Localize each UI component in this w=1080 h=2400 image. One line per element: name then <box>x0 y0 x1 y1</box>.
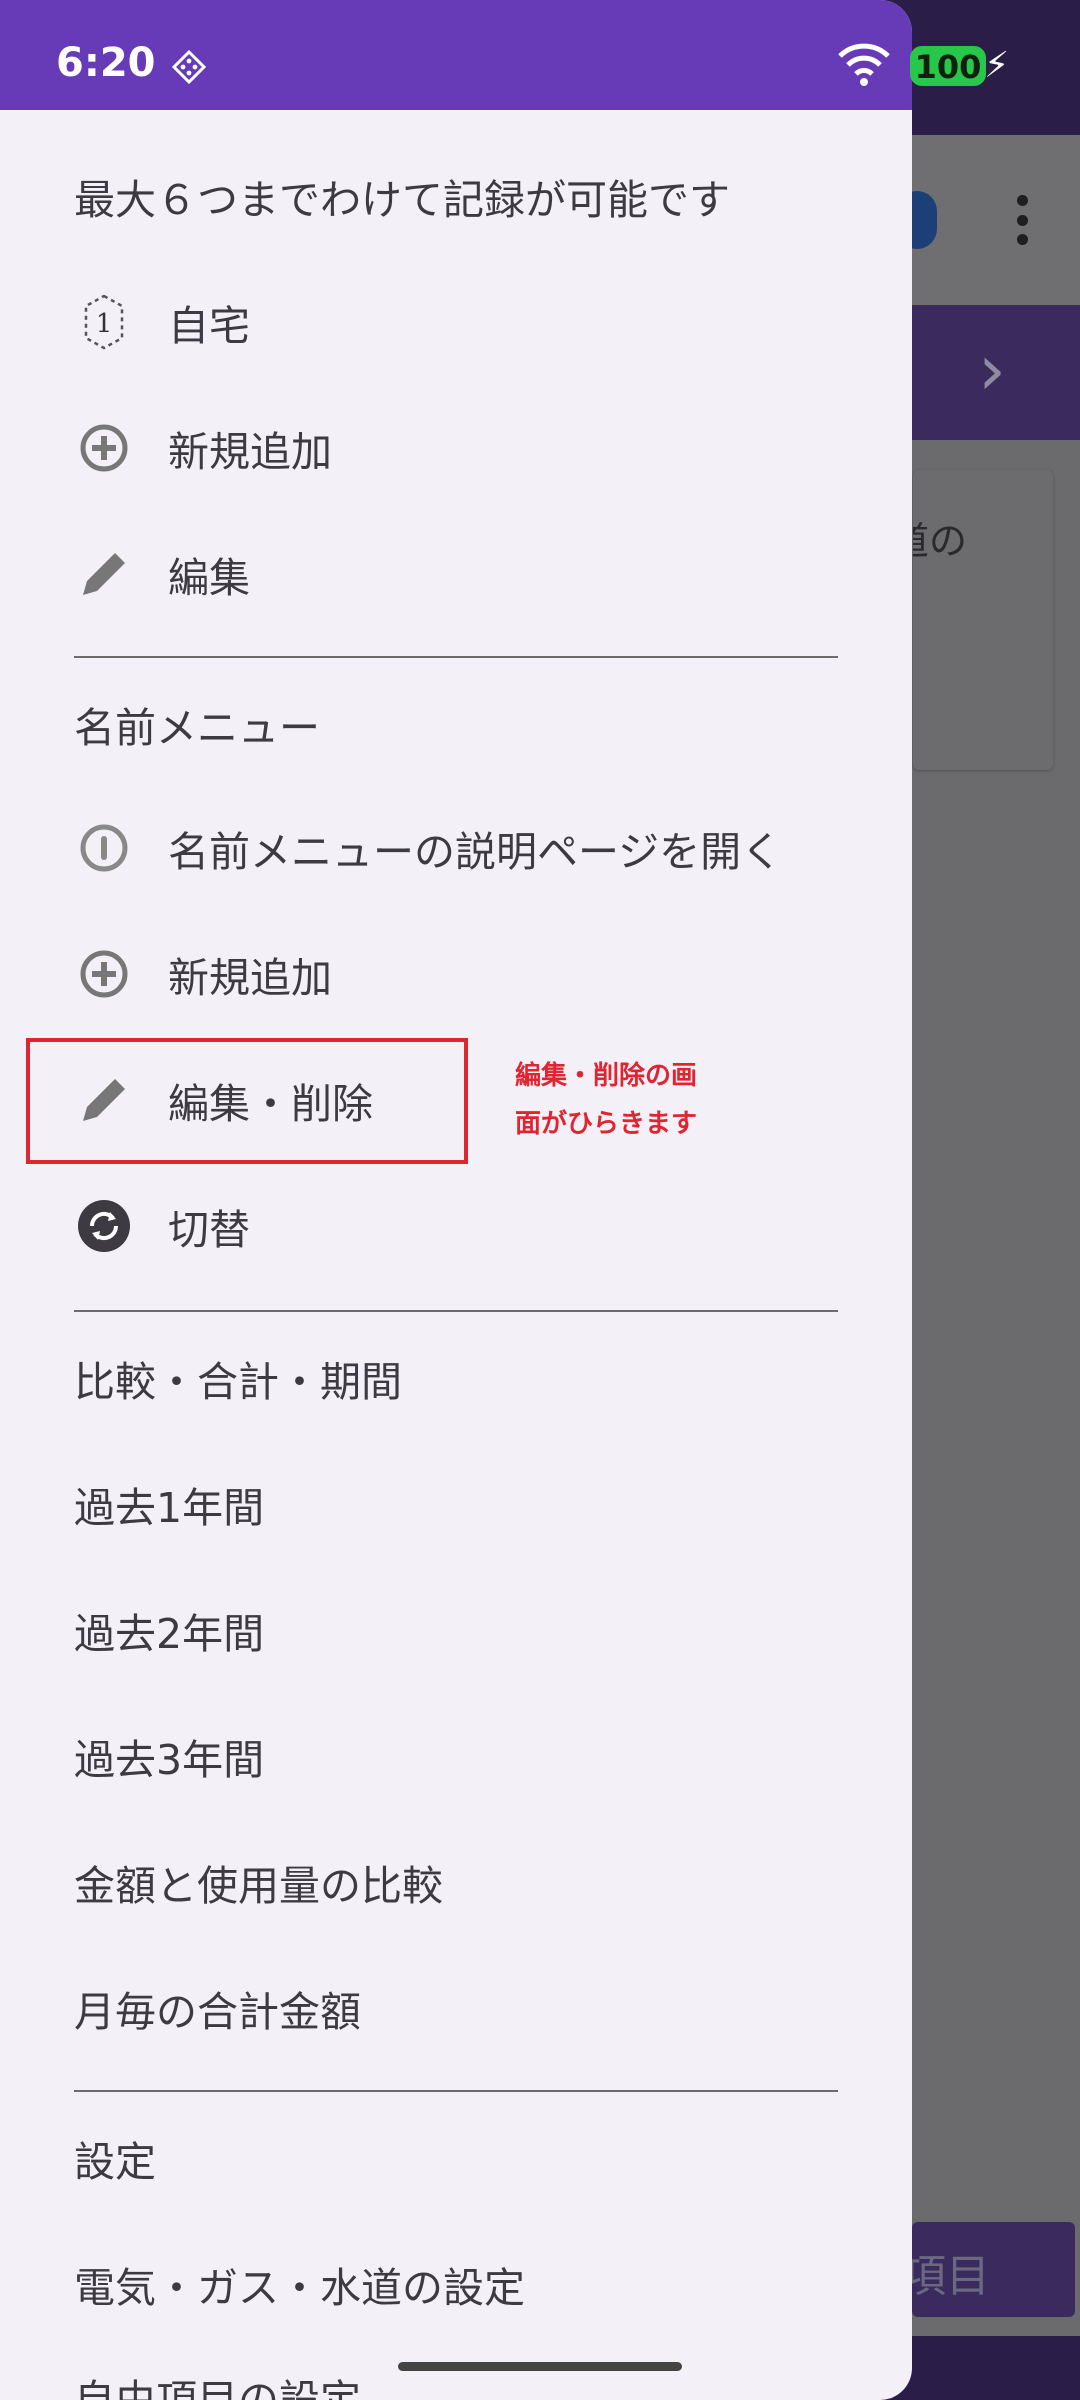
menu-item-utility-settings[interactable]: 電気・ガス・水道の設定 <box>74 2224 525 2344</box>
more-vert-icon <box>1010 195 1035 245</box>
background-button: 項目 <box>912 2222 1075 2317</box>
menu-item-add-place[interactable]: 新規追加 <box>74 388 332 508</box>
number-one-icon: 1 <box>74 292 134 352</box>
menu-item-past-2-years-label: 過去2年間 <box>74 1610 265 1658</box>
background-button-text: 項目 <box>912 2251 990 2302</box>
divider <box>74 1310 838 1312</box>
status-time: 6:20 <box>56 40 156 86</box>
menu-item-add-place-label: 新規追加 <box>168 428 332 476</box>
status-bar: 6:20 <box>0 0 912 110</box>
name-menu-header-text: 名前メニュー <box>74 704 320 752</box>
menu-item-name-help-label: 名前メニューの説明ページを開く <box>168 828 783 876</box>
chevron-right-icon: › <box>978 329 1006 411</box>
pencil-icon <box>74 544 134 604</box>
annotation-line-2: 面がひらきます <box>515 1109 698 1139</box>
menu-item-add-name[interactable]: 新規追加 <box>74 914 332 1034</box>
menu-item-edit-place[interactable]: 編集 <box>74 514 250 634</box>
menu-item-edit-place-label: 編集 <box>168 554 250 602</box>
menu-item-custom-settings[interactable]: 自由項目の設定 <box>74 2336 361 2400</box>
settings-header: 設定 <box>74 2098 156 2218</box>
menu-item-past-1-year[interactable]: 過去1年間 <box>74 1444 264 1564</box>
sync-icon <box>74 1196 134 1256</box>
highlight-box <box>26 1038 468 1164</box>
divider <box>74 656 838 658</box>
background-card: 水道の <box>913 470 1053 770</box>
menu-item-add-name-label: 新規追加 <box>168 954 332 1002</box>
menu-item-past-3-years-label: 過去3年間 <box>74 1736 265 1784</box>
home-indicator[interactable] <box>398 2362 682 2371</box>
menu-item-switch-name-label: 切替 <box>168 1206 250 1254</box>
menu-item-custom-settings-label: 自由項目の設定 <box>74 2376 361 2400</box>
battery-level: 100 <box>914 48 982 86</box>
info-icon <box>74 818 134 878</box>
notification-diamond-icon <box>172 50 206 84</box>
compare-header-text: 比較・合計・期間 <box>74 1358 402 1406</box>
menu-item-utility-settings-label: 電気・ガス・水道の設定 <box>74 2264 525 2312</box>
menu-item-past-3-years[interactable]: 過去3年間 <box>74 1696 264 1816</box>
menu-item-monthly-total-label: 月毎の合計金額 <box>74 1988 361 2036</box>
settings-header-text: 設定 <box>74 2138 156 2186</box>
multi-record-header: 最大６つまでわけて記録が可能です <box>74 136 730 256</box>
svg-text:1: 1 <box>96 309 113 339</box>
wifi-icon <box>838 43 890 86</box>
multi-record-header-text: 最大６つまでわけて記録が可能です <box>74 176 730 224</box>
annotation-line-1: 編集・削除の画 <box>515 1061 698 1091</box>
name-menu-header: 名前メニュー <box>74 664 320 784</box>
add-circle-icon <box>74 418 134 478</box>
annotation-text: 編集・削除の画 面がひらきます <box>515 1052 745 1148</box>
menu-item-monthly-total[interactable]: 月毎の合計金額 <box>74 1948 361 2068</box>
menu-item-name-help[interactable]: 名前メニューの説明ページを開く <box>74 788 782 908</box>
menu-item-switch-name[interactable]: 切替 <box>74 1166 250 1286</box>
battery-indicator: 100 <box>910 46 986 86</box>
divider <box>74 2090 838 2092</box>
menu-item-past-2-years[interactable]: 過去2年間 <box>74 1570 264 1690</box>
menu-item-home-label: 自宅 <box>168 302 250 350</box>
menu-item-past-1-year-label: 過去1年間 <box>74 1484 265 1532</box>
menu-item-amount-usage-compare-label: 金額と使用量の比較 <box>74 1862 443 1910</box>
navigation-drawer: 6:20 最大６つまでわけて記録が可能です 1 自宅 新規追加 編集 名前メニュ… <box>0 0 912 2400</box>
menu-item-home[interactable]: 1 自宅 <box>74 262 250 382</box>
charging-bolt-icon: ⚡ <box>984 45 1010 86</box>
background-card-text: 水道の <box>913 519 968 563</box>
add-circle-icon <box>74 944 134 1004</box>
menu-item-amount-usage-compare[interactable]: 金額と使用量の比較 <box>74 1822 443 1942</box>
compare-header: 比較・合計・期間 <box>74 1318 402 1438</box>
